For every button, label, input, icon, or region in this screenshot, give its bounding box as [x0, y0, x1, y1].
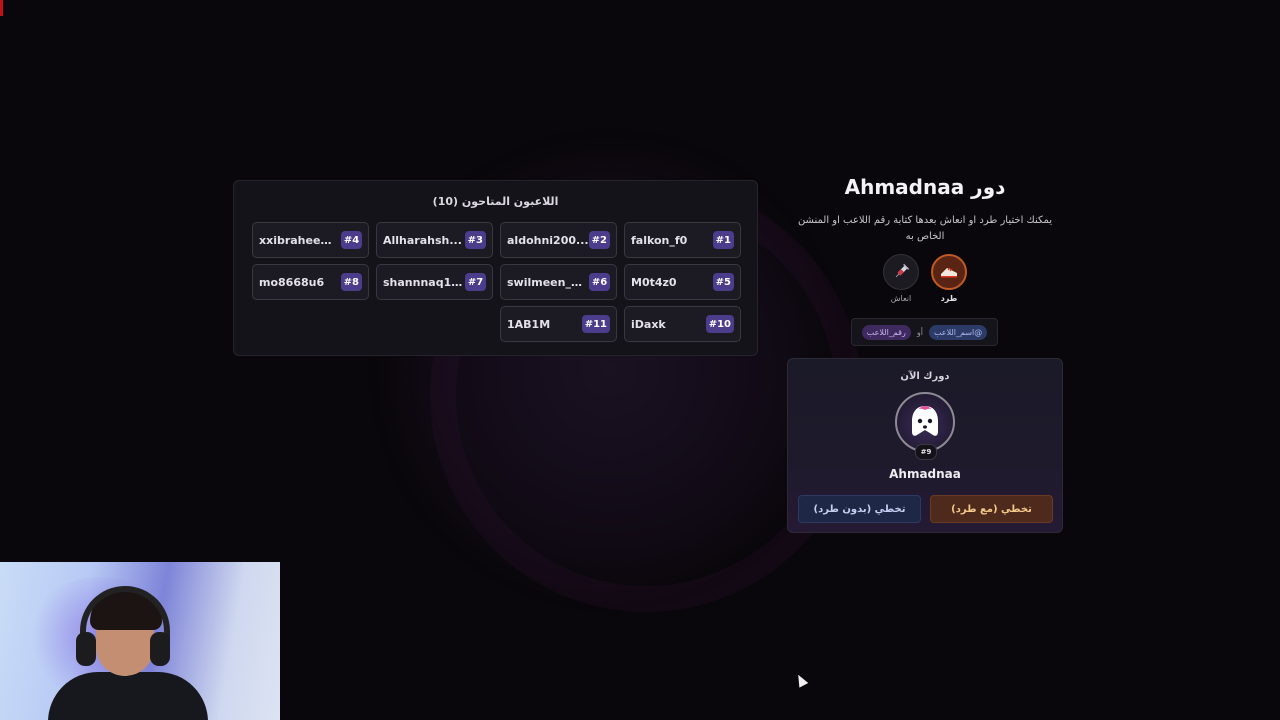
player-card[interactable]: swilmeen_a... #6: [500, 264, 617, 300]
kick-action-button[interactable]: طرد: [929, 254, 969, 303]
player-number-badge: #2: [588, 231, 610, 249]
player-number-badge: #1: [712, 231, 734, 249]
webcam-overlay: [0, 562, 280, 720]
player-name: Allharahsh...: [383, 233, 462, 247]
player-name: shannnaq10...: [383, 275, 465, 289]
syringe-icon: [883, 254, 919, 290]
player-card[interactable]: xxibraheem... #4: [252, 222, 369, 258]
mouse-cursor-icon: [793, 672, 809, 688]
ghost-avatar-icon: [895, 392, 955, 452]
player-name: mo8668u6: [259, 275, 325, 289]
headset-ear-left: [76, 632, 96, 666]
player-name: 1AB1M: [507, 317, 551, 331]
player-number-badge: #4: [341, 231, 362, 249]
players-panel-title: اللاعبون المتاحون (10): [432, 195, 559, 208]
hint-tag-player-name: @اسم_اللاعب: [928, 324, 988, 340]
player-card[interactable]: Allharahsh... #3: [376, 222, 493, 258]
current-player-name: Ahmadnaa: [889, 467, 961, 481]
webcam-person-body: [48, 672, 208, 720]
kick-shoe-icon: [931, 254, 967, 290]
headset-ear-right: [150, 632, 170, 666]
player-name: M0t4z0: [631, 275, 677, 289]
player-card[interactable]: falkon_f0 #1: [624, 222, 741, 258]
player-card[interactable]: iDaxk #10: [624, 306, 741, 342]
revive-action-button[interactable]: انعاش: [881, 254, 921, 303]
player-number-badge: #5: [712, 273, 734, 291]
turn-description: يمكنك اختيار طرد او انعاش بعدها كتابة رق…: [797, 215, 1053, 242]
players-grid: falkon_f0 #1 aldohni200... #2 Allharahsh…: [247, 222, 741, 342]
current-player-number: #9: [915, 444, 937, 460]
player-card[interactable]: shannnaq10... #7: [376, 264, 493, 300]
kick-action-label: طرد: [940, 294, 958, 303]
current-turn-card: دورك الآن #9 Ahmadnaa تخطي (مع طرد) تخطي…: [787, 358, 1063, 533]
turn-title: دور Ahmadnaa: [844, 175, 1006, 199]
revive-action-label: انعاش: [890, 294, 912, 303]
player-number-badge: #6: [589, 273, 610, 291]
hint-tag-player-number: رقم_اللاعب: [861, 324, 911, 340]
player-name: iDaxk: [631, 317, 666, 331]
player-name: falkon_f0: [631, 233, 688, 247]
mention-hint: @اسم_اللاعب أو رقم_اللاعب: [851, 318, 998, 346]
player-card[interactable]: M0t4z0 #5: [624, 264, 741, 300]
player-name: swilmeen_a...: [507, 275, 589, 289]
player-card[interactable]: mo8668u6 #8: [252, 264, 369, 300]
player-card[interactable]: aldohni200... #2: [500, 222, 617, 258]
player-number-badge: #7: [465, 273, 486, 291]
available-players-panel: اللاعبون المتاحون (10) falkon_f0 #1 aldo…: [233, 180, 758, 356]
skip-without-kick-button[interactable]: تخطي (بدون طرد): [798, 495, 921, 523]
player-card[interactable]: 1AB1M #11: [500, 306, 617, 342]
player-number-badge: #10: [705, 315, 734, 333]
player-number-badge: #8: [340, 273, 362, 291]
player-name: aldohni200...: [507, 233, 589, 247]
recording-indicator: [0, 0, 3, 16]
skip-with-kick-button[interactable]: تخطي (مع طرد): [930, 495, 1053, 523]
player-name: xxibraheem...: [259, 233, 341, 247]
hint-or: أو: [916, 327, 923, 337]
current-turn-label: دورك الآن: [900, 371, 950, 382]
player-number-badge: #3: [464, 231, 486, 249]
player-number-badge: #11: [581, 315, 610, 333]
